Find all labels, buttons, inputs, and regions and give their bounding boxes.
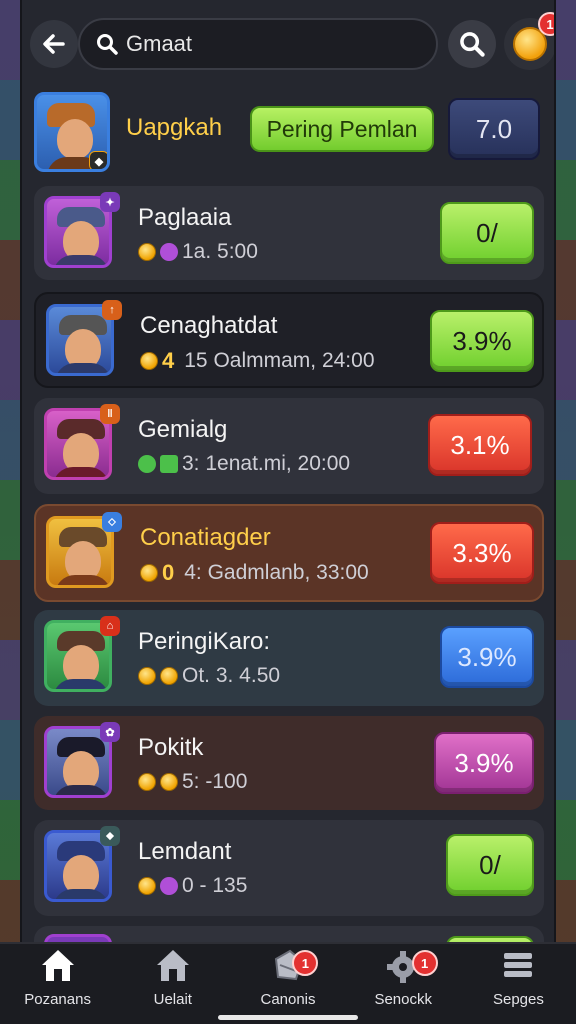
avatar[interactable]: ◆	[34, 92, 110, 172]
list-item[interactable]: ⌂ PeringiKaro: Ot. 3. 4.50 3.9%	[34, 610, 544, 706]
score-badge[interactable]: 3.9%	[434, 732, 534, 794]
nav-label: Sepges	[492, 991, 544, 1008]
nav-item-stack[interactable]: Sepges	[461, 944, 576, 1024]
leaf-icon	[160, 455, 178, 473]
player-meta: Ot. 3. 4.50	[138, 664, 280, 688]
list-item[interactable]: ↑ Cenaghatdat 4 15 Oalmmam, 24:00 3.9%	[34, 292, 544, 388]
coin-icon	[140, 352, 158, 370]
list-item[interactable]: ⬥ Lemdant 0 - 135 0/	[34, 820, 544, 916]
coin-icon	[138, 667, 156, 685]
class-icon: ‖	[100, 404, 120, 424]
player-meta: 0 4: Gadmlanb, 33:00	[140, 560, 369, 586]
class-icon: ⬦	[102, 512, 122, 532]
stack-icon	[504, 953, 533, 977]
player-meta: 4 15 Oalmmam, 24:00	[140, 348, 375, 374]
score-badge[interactable]: 7.0	[448, 98, 540, 160]
nav-label: Canonis	[260, 991, 316, 1008]
class-icon: ✦	[100, 192, 120, 212]
player-name: Pokitk	[138, 734, 204, 761]
player-name: PeringiKaro:	[138, 628, 271, 655]
home-indicator	[218, 1015, 358, 1020]
coin-icon	[138, 877, 156, 895]
player-name: Lemdant	[138, 838, 232, 865]
search-icon	[97, 34, 118, 55]
score-badge[interactable]: 0/	[446, 834, 534, 896]
score-badge[interactable]: 0/	[440, 202, 534, 264]
player-meta: 3: 1enat.mi, 20:00	[138, 452, 350, 476]
bottom-nav: Pozanans Uelait 1 Canonis 1 Senockk Sepg…	[0, 942, 576, 1024]
notification-badge: 1	[538, 12, 554, 36]
nav-item-home[interactable]: Pozanans	[0, 944, 115, 1024]
player-meta: 0 - 135	[138, 874, 247, 898]
coin-icon	[160, 667, 178, 685]
list-item[interactable]: ⬦ Conatiagder 0 4: Gadmlanb, 33:00 3.3%	[34, 504, 544, 602]
score-badge[interactable]: 3.1%	[428, 414, 532, 476]
back-arrow-icon	[43, 34, 65, 54]
coin-icon	[140, 564, 158, 582]
heart-icon	[160, 877, 178, 895]
house-icon	[156, 950, 189, 981]
search-icon	[460, 32, 485, 57]
gem-icon	[138, 455, 156, 473]
list-item[interactable]: ‖ Gemialg 3: 1enat.mi, 20:00 3.1%	[34, 398, 544, 494]
player-meta: 5: -100	[138, 770, 247, 794]
status-tag[interactable]: Pering Pemlan	[250, 106, 434, 152]
player-name: Conatiagder	[140, 524, 271, 551]
leaderboard-panel: Gmaat 1 ◆ Uapgkah Pering Pemlan 7.0 ✦ Pa…	[20, 0, 556, 945]
player-name: Uapgkah	[126, 114, 223, 141]
score-badge[interactable]: 3.9%	[440, 626, 534, 688]
star-icon	[138, 773, 156, 791]
score-badge[interactable]: 3.3%	[430, 522, 534, 584]
nav-item-settings[interactable]: 1 Senockk	[346, 944, 461, 1024]
search-button[interactable]	[448, 20, 496, 68]
player-name: Cenaghatdat	[140, 312, 278, 339]
nav-label: Senockk	[374, 991, 432, 1008]
coin-icon	[138, 243, 156, 261]
player-name: Paglaaia	[138, 204, 232, 231]
nav-item-home-2[interactable]: Uelait	[115, 944, 230, 1024]
nav-label: Uelait	[153, 991, 192, 1008]
class-icon: ✿	[100, 722, 120, 742]
search-input[interactable]: Gmaat	[78, 18, 438, 70]
heart-icon	[160, 243, 178, 261]
class-icon: ⌂	[100, 616, 120, 636]
header: Gmaat 1	[26, 12, 554, 76]
rank-icon: ◆	[89, 151, 107, 169]
score-badge[interactable]: 3.9%	[430, 310, 534, 372]
star-icon	[160, 773, 178, 791]
search-value: Gmaat	[126, 31, 193, 56]
player-name: Gemialg	[138, 416, 228, 443]
notification-badge: 1	[292, 950, 319, 976]
nav-item-gift[interactable]: 1 Canonis	[230, 944, 345, 1024]
list-item[interactable]: ✿ Pokitk 5: -100 3.9%	[34, 716, 544, 810]
notification-badge: 1	[411, 950, 438, 976]
class-icon: ↑	[102, 300, 122, 320]
class-icon: ⬥	[100, 826, 120, 846]
player-meta: 1a. 5:00	[138, 240, 258, 264]
coins-button[interactable]: 1	[504, 12, 554, 70]
back-button[interactable]	[30, 20, 78, 68]
home-icon	[41, 950, 74, 981]
list-item[interactable]: ✦ Paglaaia 1a. 5:00 0/	[34, 186, 544, 280]
nav-label: Pozanans	[24, 991, 91, 1008]
